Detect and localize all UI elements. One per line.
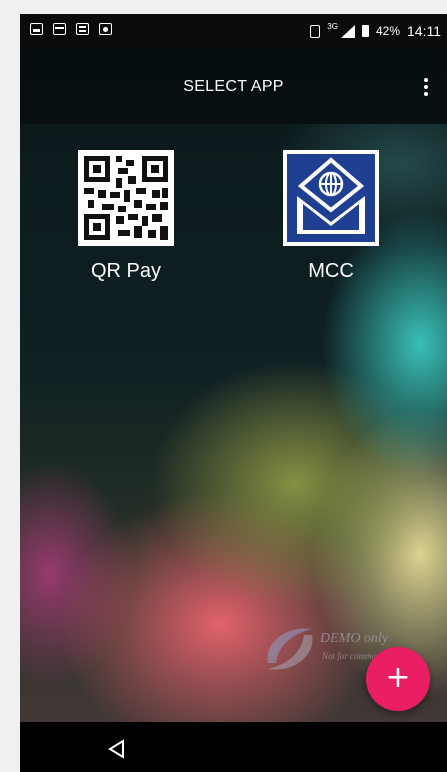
- screenshot-frame: 3G 42% 14:11 SELECT APP QR Pay MCC DEMO …: [0, 0, 447, 772]
- qr-code-icon: [78, 150, 174, 246]
- app-mcc[interactable]: MCC: [276, 150, 386, 283]
- app-bar: SELECT APP: [20, 48, 447, 124]
- app-qr-pay[interactable]: QR Pay: [71, 150, 181, 283]
- app-label-mcc: MCC: [308, 260, 354, 282]
- battery-icon: [361, 25, 369, 37]
- phone-screen: 3G 42% 14:11 SELECT APP QR Pay MCC DEMO …: [20, 14, 447, 772]
- system-icons: 3G 42% 14:11: [310, 21, 441, 39]
- shopping-icon: [99, 23, 112, 35]
- add-button[interactable]: +: [366, 647, 430, 711]
- watermark-text: DEMO only: [320, 631, 389, 646]
- watermark-logo-icon: [267, 628, 313, 670]
- gallery-icon: [30, 23, 43, 35]
- clock: 14:11: [407, 23, 441, 39]
- page-title: SELECT APP: [183, 78, 284, 95]
- app-label-qr-pay: QR Pay: [90, 260, 162, 282]
- status-bar: 3G 42% 14:11: [20, 14, 447, 48]
- notification-icons: [30, 23, 112, 35]
- plus-icon: +: [385, 660, 411, 695]
- signal-icon: [340, 24, 355, 38]
- document-icon: [76, 23, 89, 35]
- mcc-envelope-icon: [283, 150, 379, 246]
- vibrate-icon: [310, 24, 321, 38]
- more-vert-icon[interactable]: [419, 78, 433, 100]
- card-icon: [53, 23, 66, 35]
- battery-percent: 42%: [375, 24, 400, 38]
- navigation-bar: [20, 722, 447, 772]
- network-type: 3G: [327, 21, 338, 31]
